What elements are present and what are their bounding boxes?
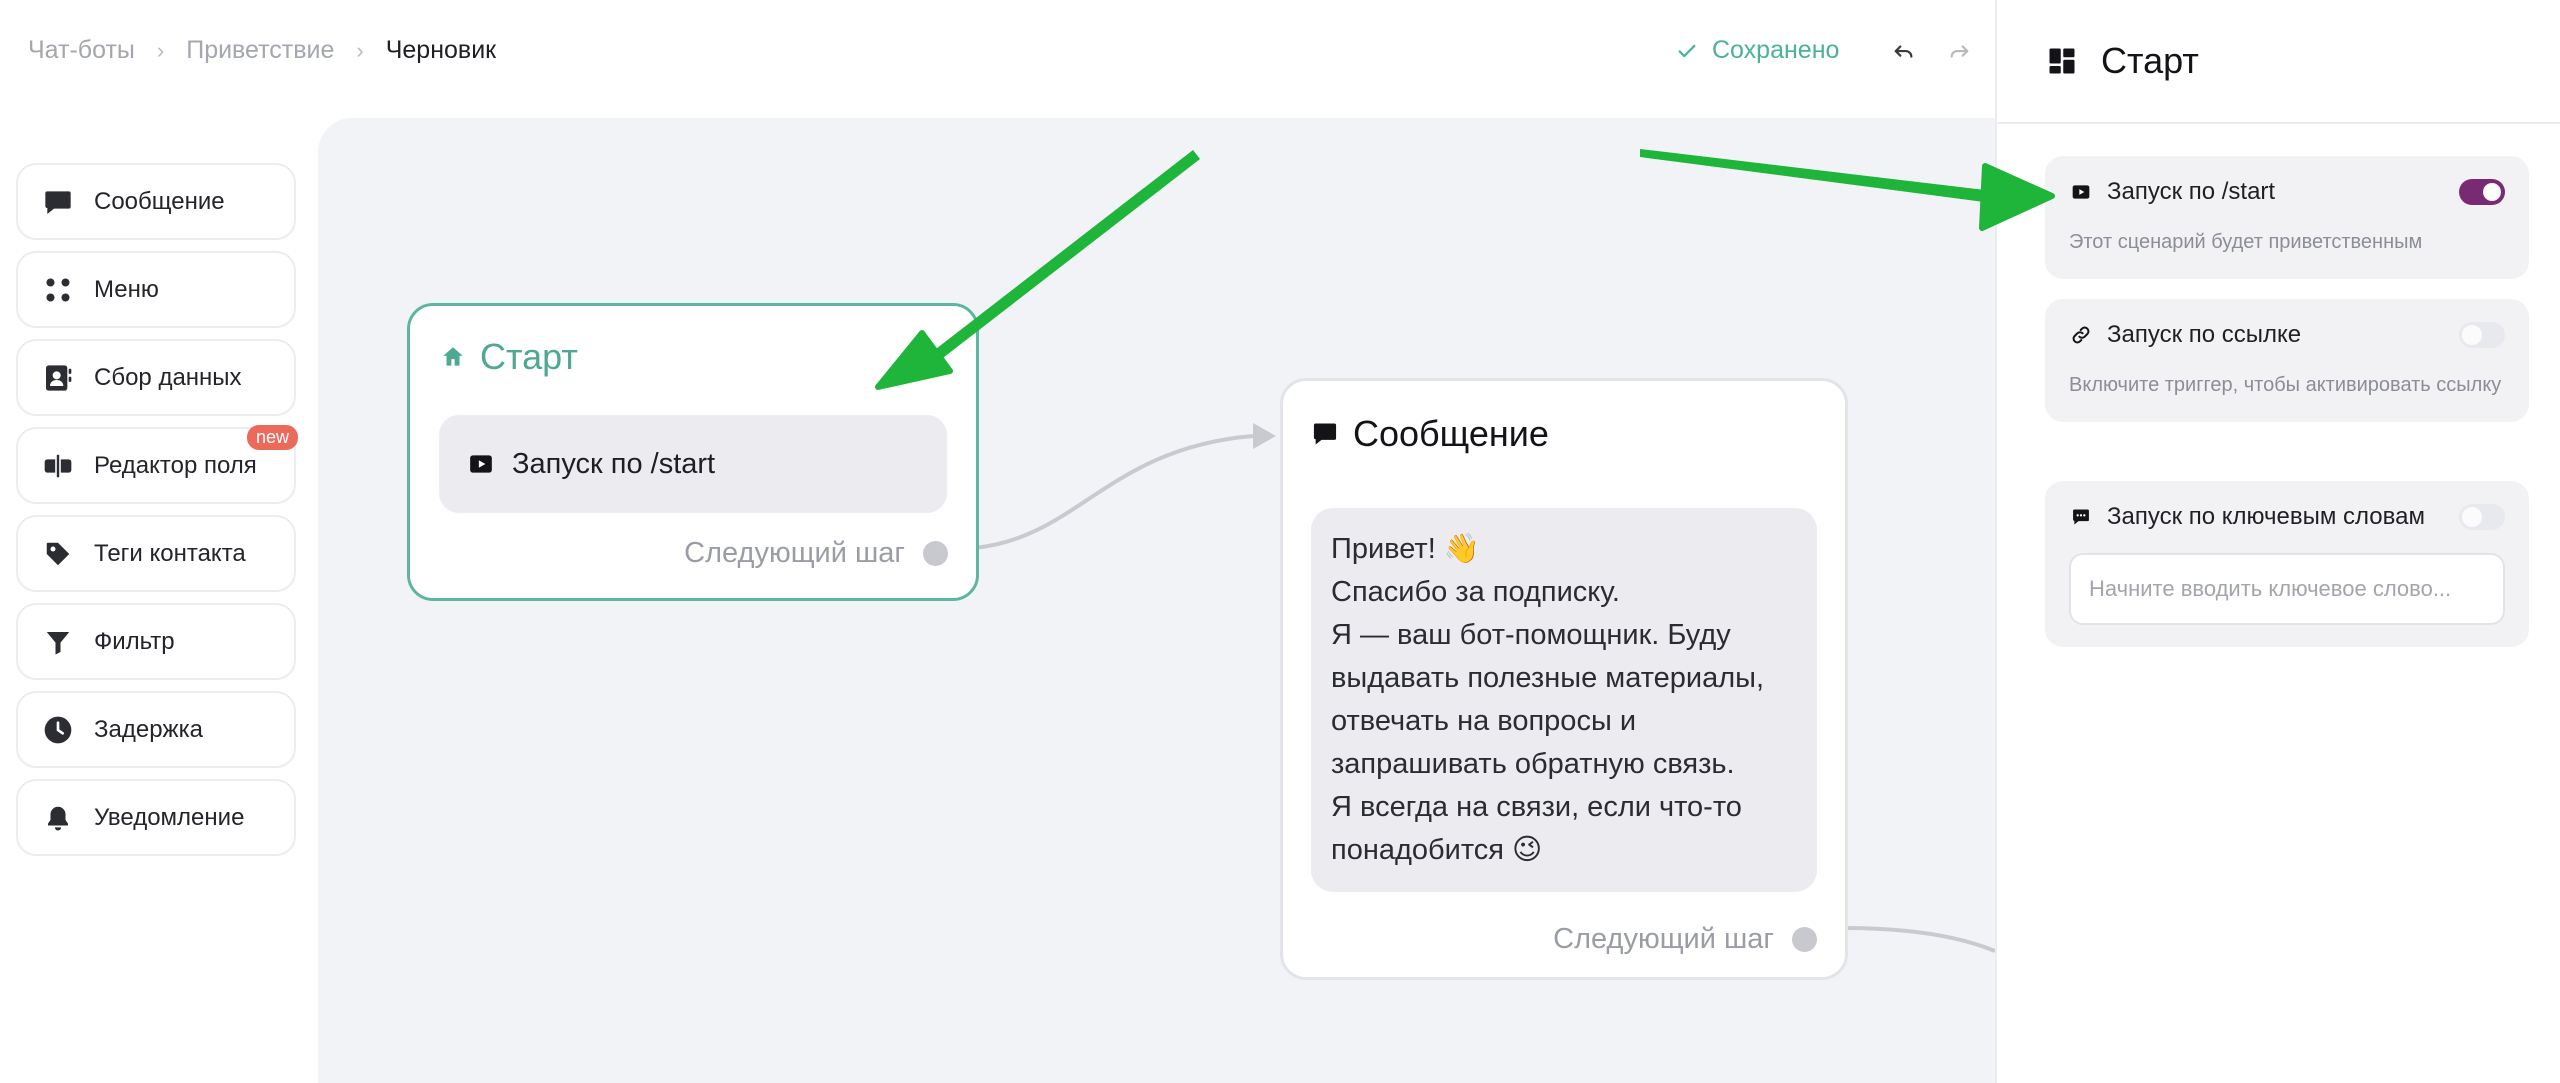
tool-label: Теги контакта [94, 539, 246, 567]
edge-start-to-message [973, 434, 1254, 550]
message-icon [1313, 423, 1337, 445]
saved-status: Сохранено [1676, 36, 1839, 65]
bell-icon [40, 800, 76, 836]
panel-title: Старт [2101, 40, 2199, 81]
breadcrumb-current: Черновик [385, 36, 497, 64]
tool-contact-tags[interactable]: Теги контакта [16, 515, 296, 592]
flow-canvas[interactable]: Старт Запуск по /start Следующий шаг Соо… [318, 118, 1995, 1083]
grid-icon [40, 272, 76, 308]
tool-label: Сообщение [94, 187, 225, 215]
start-node-header: Старт [440, 336, 578, 378]
message-line: Привет! 👋 [1331, 533, 1480, 565]
filter-icon [40, 624, 76, 660]
breadcrumb-separator: › [156, 37, 165, 63]
breadcrumb-chatbots[interactable]: Чат-боты [28, 36, 135, 65]
next-step-label: Следующий шаг [684, 537, 905, 569]
start-trigger-toggle[interactable] [2459, 179, 2505, 205]
start-trigger-chip[interactable]: Запуск по /start [439, 415, 947, 513]
tool-message[interactable]: Сообщение [16, 163, 296, 240]
dashboard-icon [2049, 48, 2075, 74]
undo-button[interactable] [1890, 38, 1918, 66]
trigger-label: Запуск по /start [2107, 178, 2276, 205]
clock-icon [40, 712, 76, 748]
next-step-handle[interactable] [1792, 927, 1817, 952]
breadcrumb-separator: › [356, 37, 364, 63]
home-icon [443, 347, 463, 366]
saved-label: Сохранено [1712, 36, 1840, 64]
edge-arrowhead [1253, 423, 1276, 449]
next-step: Следующий шаг [684, 537, 948, 570]
redo-icon [1950, 45, 1969, 58]
next-step: Следующий шаг [1553, 923, 1817, 956]
breadcrumb-greeting[interactable]: Приветствие [186, 36, 334, 65]
edge-message-out [1843, 926, 1995, 953]
tool-label: Фильтр [94, 627, 175, 655]
check-icon [1678, 44, 1696, 57]
tool-palette: Сообщение Меню Сбор данных Редактор поля… [16, 163, 298, 867]
message-icon [40, 184, 76, 220]
video-play-icon [2069, 180, 2093, 204]
next-step-handle[interactable] [923, 541, 948, 566]
trigger-label: Запуск по ключевым словам [2107, 503, 2425, 530]
trigger-label: Запуск по ссылке [2107, 321, 2302, 348]
trigger-card-keywords: Запуск по ключевым словам [2045, 481, 2529, 647]
tool-notification[interactable]: Уведомление [16, 779, 296, 856]
message-node-header: Сообщение [1311, 413, 1549, 455]
message-node[interactable]: Сообщение Привет! 👋 Спасибо за подписку.… [1280, 378, 1848, 980]
message-bubble[interactable]: Привет! 👋 Спасибо за подписку. Я — ваш б… [1311, 508, 1817, 892]
link-icon [2069, 323, 2093, 347]
message-node-title: Сообщение [1353, 413, 1549, 454]
tool-filter[interactable]: Фильтр [16, 603, 296, 680]
message-line: Я — ваш бот-помощник. Буду [1331, 619, 1731, 651]
start-node-title: Старт [480, 336, 578, 377]
tool-label: Меню [94, 275, 159, 303]
breadcrumb: Чат-боты › Приветствие › Черновик [28, 36, 496, 65]
trigger-card-start: Запуск по /start Этот сценарий будет при… [2045, 156, 2529, 279]
message-line: отвечать на вопросы и [1331, 705, 1637, 737]
tool-label: Задержка [94, 715, 203, 743]
properties-panel: Старт Запуск по /start Этот сценарий буд… [1995, 0, 2560, 1083]
message-line: Спасибо за подписку. [1331, 576, 1620, 608]
message-line: Я всегда на связи, если что-то [1331, 791, 1742, 823]
trigger-card-link: Запуск по ссылке Включите триггер, чтобы… [2045, 299, 2529, 422]
tool-delay[interactable]: Задержка [16, 691, 296, 768]
keywords-input[interactable] [2069, 553, 2505, 625]
message-line: запрашивать обратную связь. [1331, 748, 1735, 780]
trigger-description: Этот сценарий будет приветственным [2069, 231, 2423, 253]
trigger-description: Включите триггер, чтобы активировать ссы… [2069, 374, 2502, 396]
message-line: понадобится 😉 [1331, 834, 1543, 866]
next-step-label: Следующий шаг [1553, 923, 1774, 955]
tool-data-collection[interactable]: Сбор данных [16, 339, 296, 416]
tool-label: Редактор поля [94, 451, 257, 479]
link-trigger-toggle[interactable] [2459, 322, 2505, 348]
redo-button[interactable] [1945, 38, 1973, 66]
tag-icon [40, 536, 76, 572]
top-bar: Чат-боты › Приветствие › Черновик Сохран… [0, 0, 1995, 110]
tool-label: Сбор данных [94, 363, 242, 391]
start-node[interactable]: Старт Запуск по /start Следующий шаг [407, 303, 979, 601]
contact-card-icon [40, 360, 76, 396]
tool-field-editor[interactable]: Редактор поля new [16, 425, 298, 504]
keywords-trigger-toggle[interactable] [2459, 504, 2505, 530]
tool-menu[interactable]: Меню [16, 251, 296, 328]
chat-dots-icon [2069, 505, 2093, 529]
field-editor-icon [40, 448, 76, 484]
undo-icon [1894, 45, 1913, 58]
video-play-icon [470, 455, 492, 473]
message-line: выдавать полезные материалы, [1331, 662, 1765, 694]
tool-label: Уведомление [94, 803, 245, 831]
panel-header: Старт [1997, 0, 2560, 124]
start-trigger-label: Запуск по /start [512, 447, 716, 480]
new-badge: new [246, 425, 298, 450]
